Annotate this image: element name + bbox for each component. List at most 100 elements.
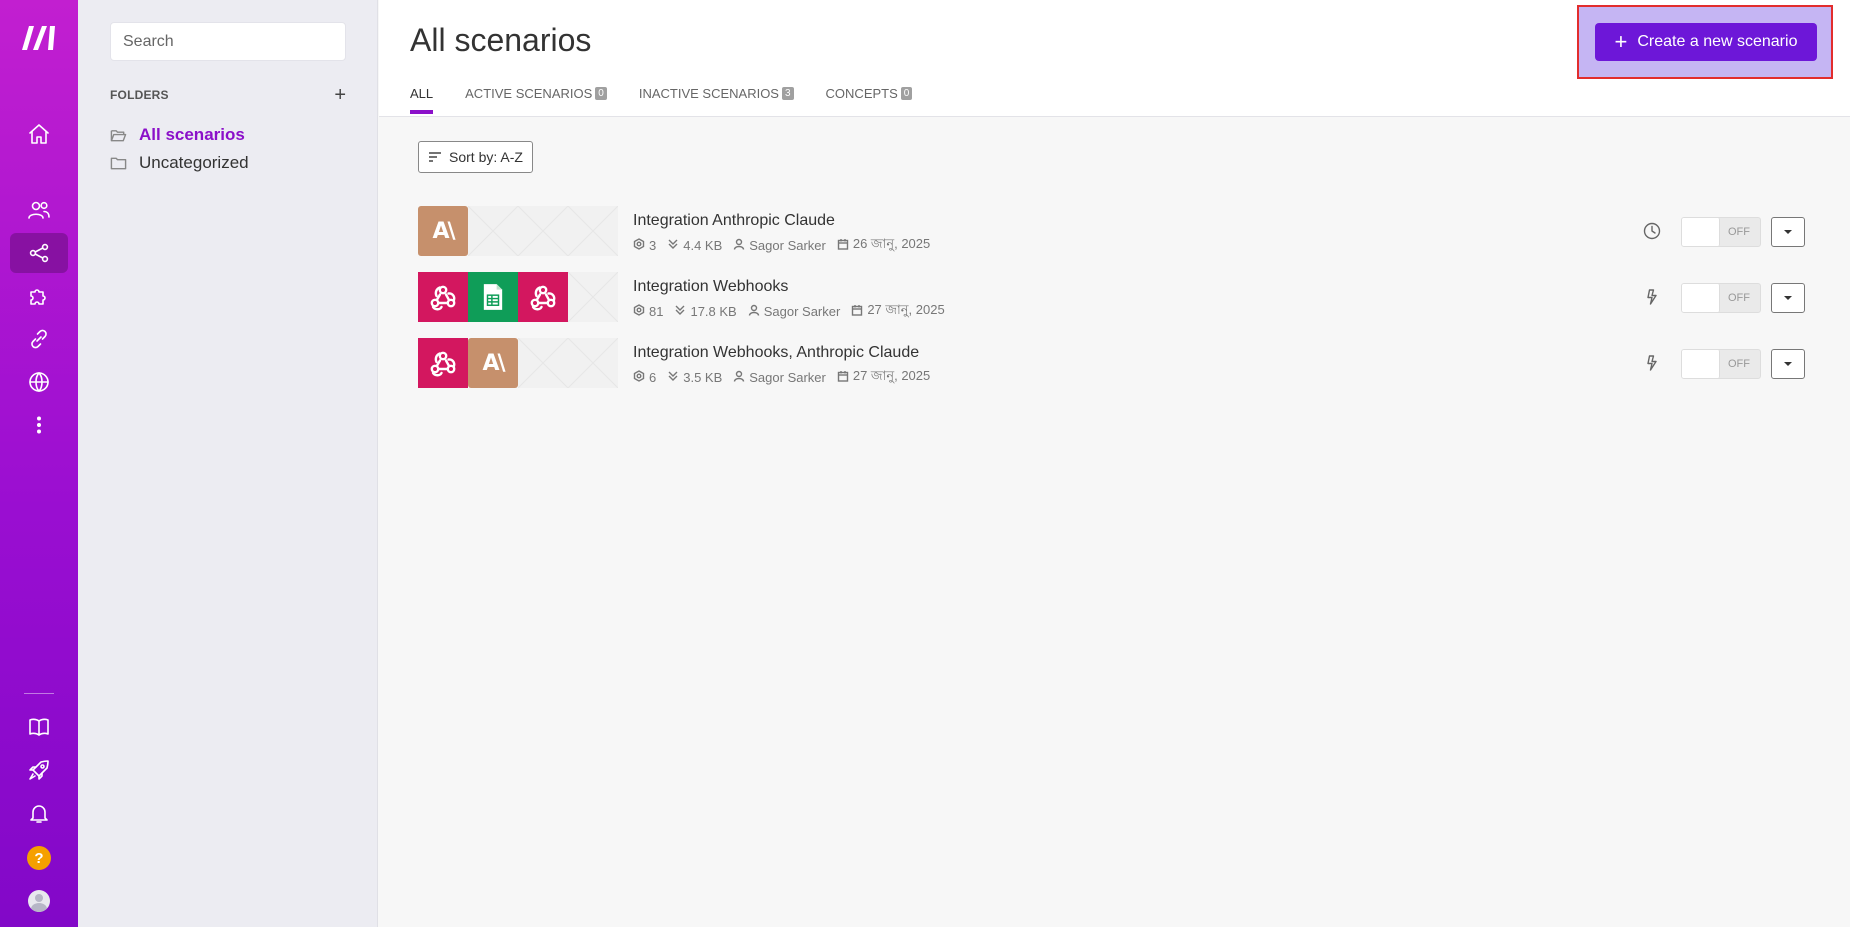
scenario-info: Integration Webhooks 81 17.8 KB Sagor Sarke… [633,278,956,322]
plus-icon: + [1614,29,1628,54]
user-icon [748,304,764,319]
sort-icon [429,152,441,162]
data-size-icon [667,238,683,253]
toggle-state: OFF [1728,226,1750,238]
folder-item-uncategorized[interactable]: Uncategorized [110,151,249,175]
scenario-row[interactable]: Integration Webhooks 81 17.8 KB Sagor Sarke… [418,272,1830,324]
calendar-icon [837,370,853,385]
scenario-meta: 6 3.5 KB Sagor Sarker 27 জানু, 2025 [633,367,941,388]
toggle-knob [1682,284,1720,312]
team-icon[interactable] [10,190,68,230]
webhooks-app-icon [518,272,568,322]
user-icon [733,238,749,253]
launch-icon[interactable] [10,750,68,790]
main-content: All scenarios ALL ACTIVE SCENARIOS 0 INA… [379,0,1850,927]
scenario-name[interactable]: Integration Webhooks, Anthropic Claude [633,344,941,362]
add-folder-button[interactable]: + [334,85,346,105]
connections-icon[interactable] [10,319,68,359]
scenario-row[interactable]: A\ Integration Webhooks, Anthropic Claude… [418,338,1830,390]
operations-icon [633,304,649,319]
operations-icon [633,370,649,385]
create-scenario-button[interactable]: + Create a new scenario [1595,23,1817,61]
apps-icon[interactable] [10,276,68,316]
sort-button[interactable]: Sort by: A-Z [418,141,533,173]
toggle-knob [1682,350,1720,378]
created-date: 26 জানু, 2025 [837,235,930,256]
user-icon [733,370,749,385]
notifications-icon[interactable] [10,793,68,833]
google-sheets-icon [468,272,518,322]
folders-heading: FOLDERS [110,88,169,102]
rail-divider [24,693,54,694]
docs-icon[interactable] [10,707,68,747]
scenario-meta: 3 4.4 KB Sagor Sarker 26 জানু, 2025 [633,235,941,256]
folder-icon [110,157,127,169]
scenario-name[interactable]: Integration Anthropic Claude [633,212,941,230]
count-badge: 0 [900,87,913,100]
lightning-icon[interactable] [1643,354,1661,372]
lightning-icon[interactable] [1643,288,1661,306]
owner: Sagor Sarker [748,304,840,319]
data-size: 4.4 KB [667,238,722,253]
calendar-icon [837,238,853,253]
empty-app-slot [518,206,568,256]
search-input[interactable] [110,22,346,61]
scenario-meta: 81 17.8 KB Sagor Sarker 27 জানু, 2025 [633,301,956,322]
help-icon[interactable]: ? [27,846,51,870]
empty-app-slot [518,338,568,388]
scenario-options-dropdown[interactable] [1771,349,1805,379]
app-icons: A\ [418,206,618,256]
scenario-toggle[interactable]: OFF [1681,283,1761,313]
folder-item-all-scenarios[interactable]: All scenarios [110,123,245,147]
scenario-info: Integration Anthropic Claude 3 4.4 KB Sagor… [633,212,941,256]
home-icon[interactable] [10,114,68,154]
page-title: All scenarios [410,22,592,58]
tab-all[interactable]: ALL [410,86,434,114]
scenario-toggle[interactable]: OFF [1681,217,1761,247]
scenario-toggle[interactable]: OFF [1681,349,1761,379]
create-scenario-highlight: + Create a new scenario [1577,5,1833,79]
owner: Sagor Sarker [733,370,826,385]
empty-app-slot [568,272,618,322]
more-icon[interactable] [10,405,68,445]
make-logo-icon[interactable] [20,22,58,52]
tab-inactive-scenarios[interactable]: INACTIVE SCENARIOS 3 [639,86,794,113]
empty-app-slot [568,206,618,256]
folder-label: Uncategorized [139,153,249,172]
created-date: 27 জানু, 2025 [851,301,945,322]
operations-count: 6 [633,370,656,385]
tab-label: CONCEPTS [825,86,898,101]
empty-app-slot [468,206,518,256]
scenario-options-dropdown[interactable] [1771,217,1805,247]
tab-label: ACTIVE SCENARIOS [465,86,593,101]
webhooks-app-icon [418,338,468,388]
data-size-icon [674,304,690,319]
user-avatar[interactable] [28,890,50,912]
toggle-knob [1682,218,1720,246]
scenario-row[interactable]: A\ Integration Anthropic Claude 3 4.4 KB Sag… [418,206,1830,258]
app-icons: A\ [418,338,618,388]
scenario-tabs: ALL ACTIVE SCENARIOS 0 INACTIVE SCENARIO… [410,86,944,114]
scenarios-icon[interactable] [10,233,68,273]
data-size-icon [667,370,683,385]
data-size: 17.8 KB [674,304,737,319]
anthropic-icon: A\ [418,206,468,256]
tab-active-scenarios[interactable]: ACTIVE SCENARIOS 0 [465,86,607,113]
scenario-info: Integration Webhooks, Anthropic Claude 6 3… [633,344,941,388]
folders-header: FOLDERS + [110,85,346,105]
scenario-name[interactable]: Integration Webhooks [633,278,956,296]
webhooks-icon[interactable] [10,362,68,402]
anthropic-icon: A\ [468,338,518,388]
created-date: 27 জানু, 2025 [837,367,930,388]
folders-panel: FOLDERS + All scenarios Uncategorized [78,0,378,927]
calendar-icon [851,304,867,319]
tab-label: INACTIVE SCENARIOS [638,86,779,101]
clock-icon[interactable] [1643,222,1661,240]
scenario-options-dropdown[interactable] [1771,283,1805,313]
tab-concepts[interactable]: CONCEPTS 0 [826,86,913,113]
operations-count: 81 [633,304,663,319]
count-badge: 3 [781,87,794,100]
toggle-state: OFF [1728,358,1750,370]
tab-label: ALL [410,86,434,101]
operations-icon [633,238,649,253]
